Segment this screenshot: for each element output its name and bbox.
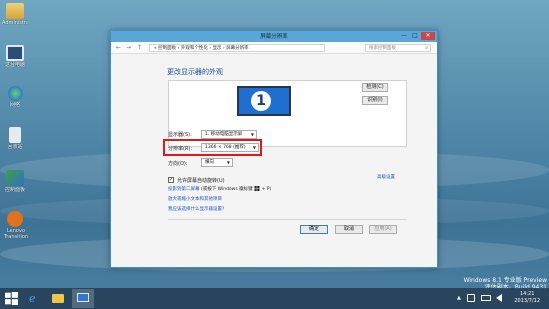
desktop-icon-control-panel[interactable]: 控制面板 (2, 170, 28, 193)
search-input[interactable]: 搜索控制面板 ⌕ (365, 44, 431, 52)
projector-row: 投影到第二屏幕 (或按下 Windows 徽标键 + P) (168, 186, 271, 192)
desktop-icon-label: Administrator (2, 20, 28, 26)
back-button[interactable]: ← (116, 44, 121, 52)
orientation-label: 方向(O): (168, 161, 188, 167)
cancel-button[interactable]: 取消 (335, 225, 363, 234)
window-title: 屏幕分辨率 (260, 34, 288, 40)
breadcrumb-path: « 控制面板 › 外观和个性化 › 显示 › 屏幕分辨率 (154, 46, 249, 51)
window-controls: — □ ✕ (399, 32, 435, 40)
taskbar-screen-resolution[interactable] (72, 289, 94, 308)
taskbar: e ▲ 14:21 2013/7/12 (0, 288, 549, 309)
system-clock[interactable]: 14:21 2013/7/12 (514, 291, 540, 305)
chevron-down-icon: ▼ (226, 160, 230, 165)
display-settings-icon (77, 293, 89, 302)
monitor-1-icon[interactable]: 1 (237, 86, 291, 116)
close-button[interactable]: ✕ (421, 32, 435, 40)
user-folder-icon (6, 3, 24, 19)
tray-overflow-icon[interactable]: ▲ (457, 295, 461, 301)
projector-keys: + P) (261, 187, 272, 192)
display-select[interactable]: 1. 移动电脑显示屏 ▼ (201, 130, 257, 139)
auto-rotate-checkbox[interactable]: ✓ (168, 177, 174, 183)
chevron-down-icon: ▼ (252, 145, 256, 150)
maximize-button[interactable]: □ (410, 32, 420, 40)
projector-hint: (或按下 Windows 徽标键 (200, 187, 253, 192)
window-titlebar[interactable]: 屏幕分辨率 — □ ✕ (111, 31, 437, 42)
screen-resolution-window: 屏幕分辨率 — □ ✕ ← → ↑ « 控制面板 › 外观和个性化 › 显示 ›… (110, 30, 438, 268)
desktop-icon-label: 回收站 (7, 144, 23, 150)
computer-icon (6, 45, 24, 61)
orientation-value: 横向 (205, 160, 214, 165)
projector-link[interactable]: 投影到第二屏幕 (168, 187, 200, 192)
resolution-label: 分辨率(R): (168, 146, 193, 152)
taskbar-file-explorer[interactable] (47, 289, 69, 308)
volume-icon[interactable] (496, 294, 502, 302)
clock-date: 2013/7/12 (514, 298, 540, 304)
forward-button[interactable]: → (126, 44, 131, 52)
file-explorer-icon (52, 294, 64, 303)
address-bar: ← → ↑ « 控制面板 › 外观和个性化 › 显示 › 屏幕分辨率 搜索控制面… (111, 42, 437, 54)
lenovo-transition-icon (7, 211, 23, 227)
taskbar-internet-explorer[interactable]: e (23, 289, 45, 308)
network-status-icon[interactable] (467, 294, 475, 302)
minimize-button[interactable]: — (399, 32, 409, 40)
network-icon (7, 86, 23, 101)
internet-explorer-icon: e (29, 292, 36, 305)
desktop-icon-lenovo-transition[interactable]: Lenovo Transition (2, 211, 28, 240)
clock-time: 14:21 (519, 291, 535, 297)
battery-icon[interactable] (481, 295, 491, 301)
detect-button[interactable]: 检测(C) (362, 83, 388, 92)
desktop-icon-label: 网络 (9, 102, 20, 108)
page-title: 更改显示器的外观 (167, 68, 223, 76)
ok-button[interactable]: 确定 (300, 225, 328, 234)
control-panel-icon (6, 170, 24, 186)
search-icon: ⌕ (425, 45, 428, 51)
desktop-icon-recycle-bin[interactable]: 回收站 (2, 127, 28, 150)
recycle-bin-icon (9, 127, 21, 143)
display-label: 显示器(S): (168, 132, 192, 138)
resolution-value: 1366 × 768 (推荐) (205, 145, 246, 150)
desktop-icon-label: Lenovo Transition (3, 228, 29, 240)
desktop-icon-administrator[interactable]: Administrator (2, 3, 28, 26)
windows-start-icon[interactable] (5, 292, 18, 305)
desktop-icon-computer[interactable]: 这台电脑 (2, 45, 28, 68)
advanced-settings-link[interactable]: 高级设置 (377, 174, 395, 180)
identify-button[interactable]: 识别(I) (362, 96, 388, 105)
text-size-link[interactable]: 放大或缩小文本和其他项目 (168, 196, 222, 202)
orientation-select[interactable]: 横向 ▼ (201, 158, 233, 167)
chevron-down-icon: ▼ (250, 132, 254, 137)
desktop-icon-label: 控制面板 (4, 187, 25, 193)
display-help-link[interactable]: 我应该选择什么显示器设置? (168, 206, 224, 212)
auto-rotate-label: 允许屏幕自动旋转(U) (177, 178, 225, 184)
display-value: 1. 移动电脑显示屏 (205, 132, 243, 137)
desktop-icon-label: 这台电脑 (4, 62, 25, 68)
resolution-select[interactable]: 1366 × 768 (推荐) ▼ (201, 143, 259, 152)
breadcrumb[interactable]: « 控制面板 › 外观和个性化 › 显示 › 屏幕分辨率 (149, 44, 325, 52)
apply-button[interactable]: 应用(A) (369, 225, 397, 234)
monitor-number: 1 (251, 91, 271, 111)
divider (168, 219, 407, 220)
up-button[interactable]: ↑ (137, 44, 142, 52)
search-placeholder: 搜索控制面板 (369, 46, 396, 51)
desktop-icon-network[interactable]: 网络 (2, 86, 28, 108)
windows-logo-icon (254, 186, 260, 191)
